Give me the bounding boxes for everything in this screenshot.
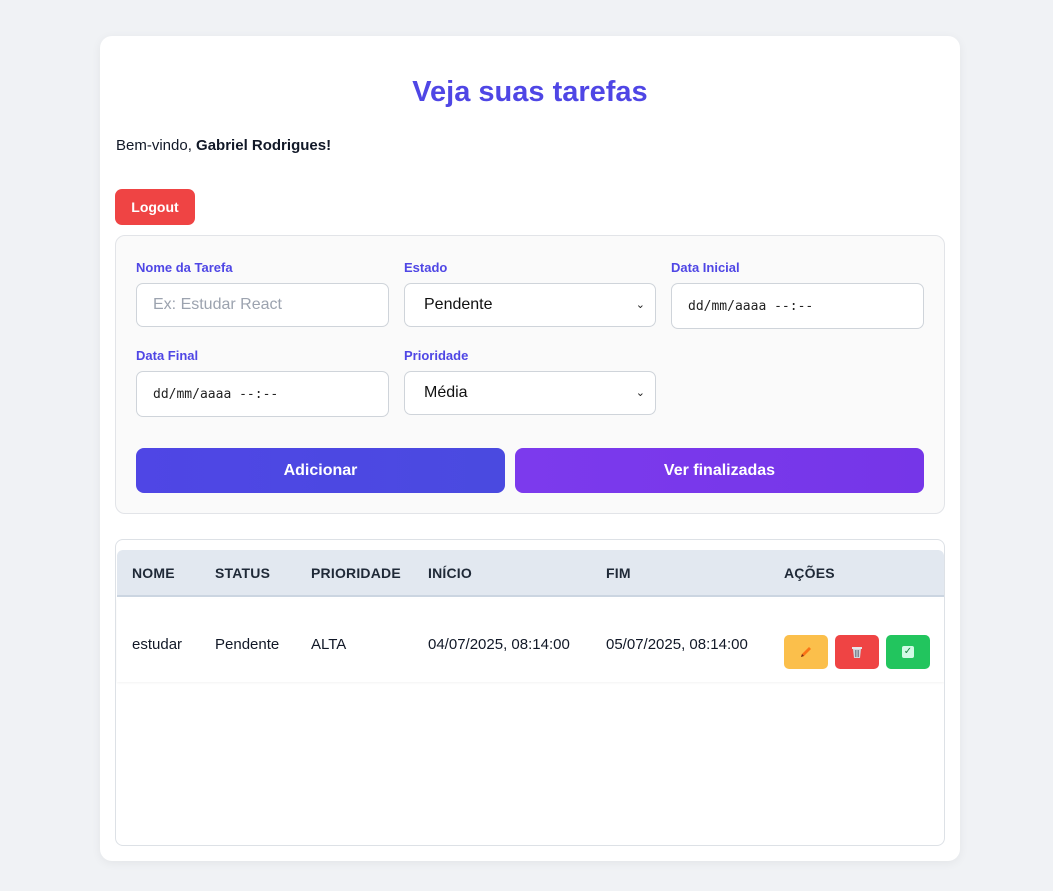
page-title: Veja suas tarefas xyxy=(412,76,648,108)
priority-select[interactable]: Média ⌄ xyxy=(404,371,656,415)
logout-button[interactable]: Logout xyxy=(115,189,195,225)
priority-select-value: Média xyxy=(424,384,468,401)
tasks-card: Veja suas tarefas Bem-vindo, Gabriel Rod… xyxy=(100,36,960,861)
welcome-prefix: Bem-vindo, xyxy=(116,137,197,154)
start-date-input[interactable]: dd/mm/aaaa --:-- xyxy=(671,283,924,329)
col-prioridade: PRIORIDADE xyxy=(311,565,401,581)
welcome-text: Bem-vindo, Gabriel Rodrigues! xyxy=(116,137,331,154)
end-date-label: Data Final xyxy=(136,348,199,363)
start-date-label: Data Inicial xyxy=(671,260,740,275)
cell-prioridade: ALTA xyxy=(311,636,347,653)
task-form: Nome da Tarefa Ex: Estudar React Estado … xyxy=(115,235,945,514)
task-name-label: Nome da Tarefa xyxy=(136,260,233,275)
add-task-button[interactable]: Adicionar xyxy=(136,448,505,493)
col-fim: FIM xyxy=(606,565,631,581)
col-acoes: AÇÕES xyxy=(784,565,835,581)
tasks-table: NOME STATUS PRIORIDADE INÍCIO FIM AÇÕES … xyxy=(115,539,945,846)
view-finished-button[interactable]: Ver finalizadas xyxy=(515,448,924,493)
state-label: Estado xyxy=(404,260,448,275)
priority-label: Prioridade xyxy=(404,348,469,363)
edit-button[interactable] xyxy=(784,635,828,669)
user-name: Gabriel Rodrigues! xyxy=(196,137,332,154)
delete-button[interactable] xyxy=(835,635,879,669)
check-icon: ✓ xyxy=(902,646,914,658)
pencil-icon xyxy=(801,647,811,657)
cell-fim: 05/07/2025, 08:14:00 xyxy=(606,636,748,653)
cell-nome: estudar xyxy=(132,636,183,653)
end-date-input[interactable]: dd/mm/aaaa --:-- xyxy=(136,371,389,417)
col-nome: NOME xyxy=(132,565,175,581)
state-select-value: Pendente xyxy=(424,296,493,313)
col-status: STATUS xyxy=(215,565,271,581)
cell-inicio: 04/07/2025, 08:14:00 xyxy=(428,636,570,653)
chevron-down-icon: ⌄ xyxy=(635,387,645,399)
table-header: NOME STATUS PRIORIDADE INÍCIO FIM AÇÕES xyxy=(117,550,944,597)
trash-icon xyxy=(852,647,862,658)
task-name-input[interactable]: Ex: Estudar React xyxy=(136,283,389,327)
state-select[interactable]: Pendente ⌄ xyxy=(404,283,656,327)
chevron-down-icon: ⌄ xyxy=(635,299,645,311)
cell-status: Pendente xyxy=(215,636,280,653)
table-row: estudar Pendente ALTA 04/07/2025, 08:14:… xyxy=(117,599,944,682)
col-inicio: INÍCIO xyxy=(428,565,472,581)
complete-button[interactable]: ✓ xyxy=(886,635,930,669)
